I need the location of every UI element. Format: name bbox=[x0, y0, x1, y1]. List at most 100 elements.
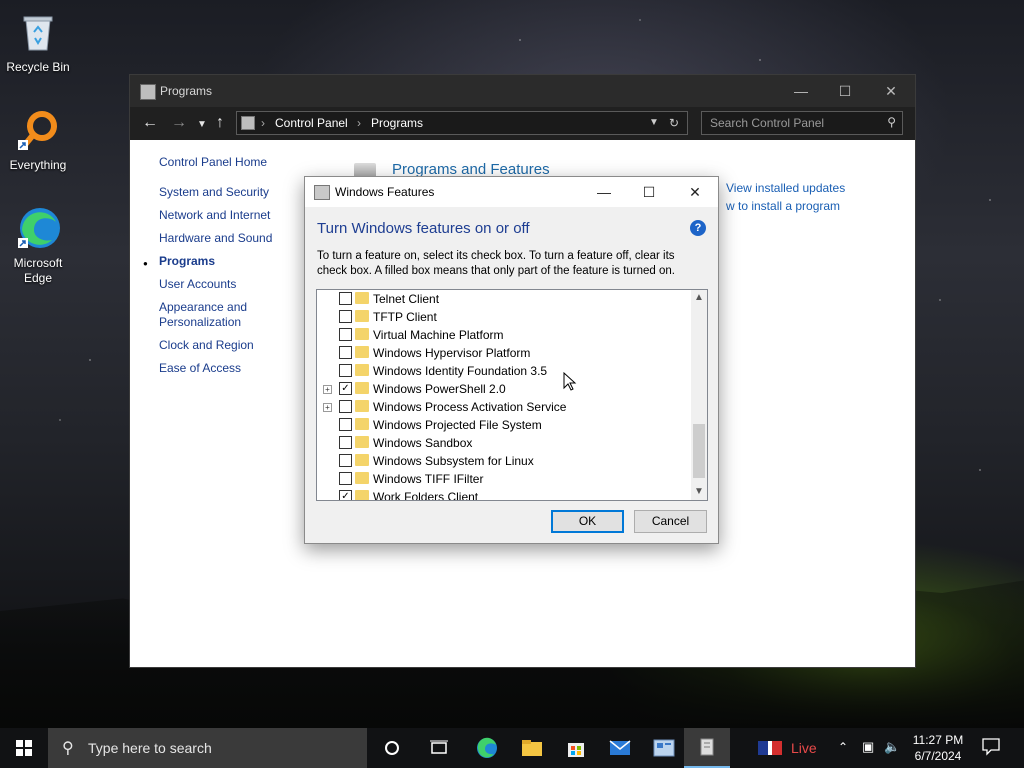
nav-network-and-internet[interactable]: Network and Internet bbox=[159, 208, 319, 223]
feature-row[interactable]: Windows Sandbox bbox=[317, 434, 689, 452]
scrollbar-thumb[interactable] bbox=[693, 424, 705, 478]
refresh-icon[interactable]: ↻ bbox=[669, 116, 679, 130]
cancel-button[interactable]: Cancel bbox=[634, 510, 707, 533]
desktop-icon-edge[interactable]: Microsoft Edge bbox=[0, 204, 76, 286]
dialog-titlebar[interactable]: Windows Features — ☐ ✕ bbox=[305, 177, 718, 207]
feature-name: Windows TIFF IFilter bbox=[373, 472, 484, 486]
feature-row[interactable]: Windows TIFF IFilter bbox=[317, 470, 689, 488]
control-panel-taskbar-icon[interactable] bbox=[641, 728, 687, 768]
desktop-icon-label: Recycle Bin bbox=[6, 60, 70, 74]
nav-system-and-security[interactable]: System and Security bbox=[159, 185, 319, 200]
feature-checkbox[interactable] bbox=[339, 364, 352, 377]
feature-checkbox-checked[interactable]: ✓ bbox=[339, 382, 352, 395]
feature-row[interactable]: + Windows Process Activation Service bbox=[317, 398, 689, 416]
up-arrow-icon[interactable]: ↑ bbox=[216, 115, 224, 131]
nav-clock-and-region[interactable]: Clock and Region bbox=[159, 338, 319, 353]
mlb-logo-icon bbox=[758, 741, 782, 755]
folder-icon bbox=[355, 382, 369, 394]
show-hidden-icons-chevron-icon[interactable]: ⌃ bbox=[838, 740, 848, 780]
features-tree-list[interactable]: Telnet Client TFTP Client Virtual Machin… bbox=[316, 289, 708, 501]
everything-icon bbox=[14, 106, 62, 154]
edge-taskbar-icon[interactable] bbox=[464, 728, 510, 768]
feature-row[interactable]: Windows Projected File System bbox=[317, 416, 689, 434]
nav-programs[interactable]: Programs bbox=[143, 254, 319, 271]
mail-icon[interactable] bbox=[597, 728, 643, 768]
help-icon[interactable]: ? bbox=[690, 220, 706, 236]
location-icon bbox=[241, 116, 255, 130]
minimize-button[interactable]: — bbox=[778, 75, 824, 107]
taskbar-search-box[interactable]: ⚲ Type here to search bbox=[48, 728, 367, 768]
features-scrollbar[interactable]: ▲ ▼ bbox=[691, 290, 707, 500]
dialog-description: To turn a feature on, select its check b… bbox=[317, 250, 675, 277]
windows-features-icon bbox=[314, 185, 330, 200]
scroll-down-icon[interactable]: ▼ bbox=[694, 486, 704, 497]
nav-ease-of-access[interactable]: Ease of Access bbox=[159, 361, 319, 376]
feature-checkbox[interactable] bbox=[339, 418, 352, 431]
feature-checkbox[interactable] bbox=[339, 400, 352, 413]
nav-hardware-and-sound[interactable]: Hardware and Sound bbox=[159, 231, 319, 246]
dialog-maximize-button[interactable]: ☐ bbox=[626, 177, 672, 207]
feature-row[interactable]: TFTP Client bbox=[317, 308, 689, 326]
dialog-minimize-button[interactable]: — bbox=[581, 177, 627, 207]
feature-checkbox[interactable] bbox=[339, 292, 352, 305]
recent-locations-chevron-icon[interactable]: ▼ bbox=[197, 117, 207, 133]
feature-row[interactable]: Windows Identity Foundation 3.5 bbox=[317, 362, 689, 380]
feature-name: TFTP Client bbox=[373, 310, 437, 324]
search-icon[interactable]: ⚲ bbox=[887, 115, 896, 129]
network-icon[interactable]: ▣ bbox=[862, 739, 874, 779]
window-titlebar[interactable]: Programs — ☐ ✕ bbox=[130, 75, 915, 107]
feature-name: Virtual Machine Platform bbox=[373, 328, 504, 342]
desktop-icon-everything[interactable]: Everything bbox=[0, 106, 76, 173]
folder-icon bbox=[355, 490, 369, 500]
left-navigation: Control Panel Home System and Security N… bbox=[143, 155, 319, 384]
folder-icon bbox=[355, 418, 369, 430]
start-button[interactable] bbox=[0, 728, 48, 768]
breadcrumb-separator-icon: › bbox=[357, 116, 361, 130]
feature-checkbox[interactable] bbox=[339, 472, 352, 485]
desktop-icon-recycle-bin[interactable]: Recycle Bin bbox=[0, 8, 76, 75]
microsoft-store-icon[interactable] bbox=[553, 728, 599, 768]
feature-row[interactable]: Windows Hypervisor Platform bbox=[317, 344, 689, 362]
feature-checkbox-checked[interactable]: ✓ bbox=[339, 490, 352, 500]
nav-control-panel-home[interactable]: Control Panel Home bbox=[159, 155, 319, 169]
ok-button[interactable]: OK bbox=[551, 510, 624, 533]
how-to-install-program-link[interactable]: w to install a program bbox=[726, 199, 840, 213]
task-view-icon[interactable] bbox=[416, 728, 462, 768]
search-control-panel-input[interactable]: Search Control Panel ⚲ bbox=[701, 111, 903, 135]
feature-row[interactable]: Virtual Machine Platform bbox=[317, 326, 689, 344]
address-bar[interactable]: › Control Panel › Programs ▼ ↻ bbox=[236, 111, 688, 135]
maximize-button[interactable]: ☐ bbox=[822, 75, 868, 107]
dialog-close-button[interactable]: ✕ bbox=[672, 177, 718, 207]
feature-checkbox[interactable] bbox=[339, 310, 352, 323]
breadcrumb-programs[interactable]: Programs bbox=[371, 116, 423, 130]
window-title: Programs bbox=[160, 84, 213, 98]
file-explorer-icon[interactable] bbox=[509, 728, 555, 768]
view-installed-updates-link[interactable]: View installed updates bbox=[726, 181, 845, 195]
feature-checkbox[interactable] bbox=[339, 436, 352, 449]
feature-row[interactable]: + ✓ Windows PowerShell 2.0 bbox=[317, 380, 689, 398]
expand-plus-icon[interactable]: + bbox=[323, 403, 332, 412]
feature-name: Windows Sandbox bbox=[373, 436, 473, 450]
action-center-icon[interactable] bbox=[982, 738, 1000, 778]
cortana-icon[interactable] bbox=[369, 728, 415, 768]
system-clock[interactable]: 11:27 PM 6/7/2024 bbox=[904, 732, 972, 764]
feature-checkbox[interactable] bbox=[339, 328, 352, 341]
feature-row[interactable]: Windows Subsystem for Linux bbox=[317, 452, 689, 470]
expand-plus-icon[interactable]: + bbox=[323, 385, 332, 394]
scroll-up-icon[interactable]: ▲ bbox=[694, 292, 704, 303]
address-dropdown-chevron-icon[interactable]: ▼ bbox=[649, 117, 659, 128]
feature-row[interactable]: ✓ Work Folders Client bbox=[317, 488, 689, 501]
back-arrow-icon[interactable]: ← bbox=[142, 115, 158, 131]
volume-muted-icon[interactable]: 🔈 bbox=[884, 739, 900, 779]
feature-checkbox[interactable] bbox=[339, 454, 352, 467]
windows-features-taskbar-icon[interactable] bbox=[684, 728, 730, 768]
feature-row[interactable]: Telnet Client bbox=[317, 290, 689, 308]
forward-arrow-icon[interactable]: → bbox=[171, 115, 187, 131]
live-label: Live bbox=[791, 740, 817, 756]
feature-name: Work Folders Client bbox=[373, 490, 479, 501]
close-button[interactable]: ✕ bbox=[868, 75, 914, 107]
nav-appearance-and-personalization[interactable]: Appearance and Personalization bbox=[159, 300, 269, 330]
feature-checkbox[interactable] bbox=[339, 346, 352, 359]
breadcrumb-control-panel[interactable]: Control Panel bbox=[275, 116, 348, 130]
nav-user-accounts[interactable]: User Accounts bbox=[159, 277, 319, 292]
